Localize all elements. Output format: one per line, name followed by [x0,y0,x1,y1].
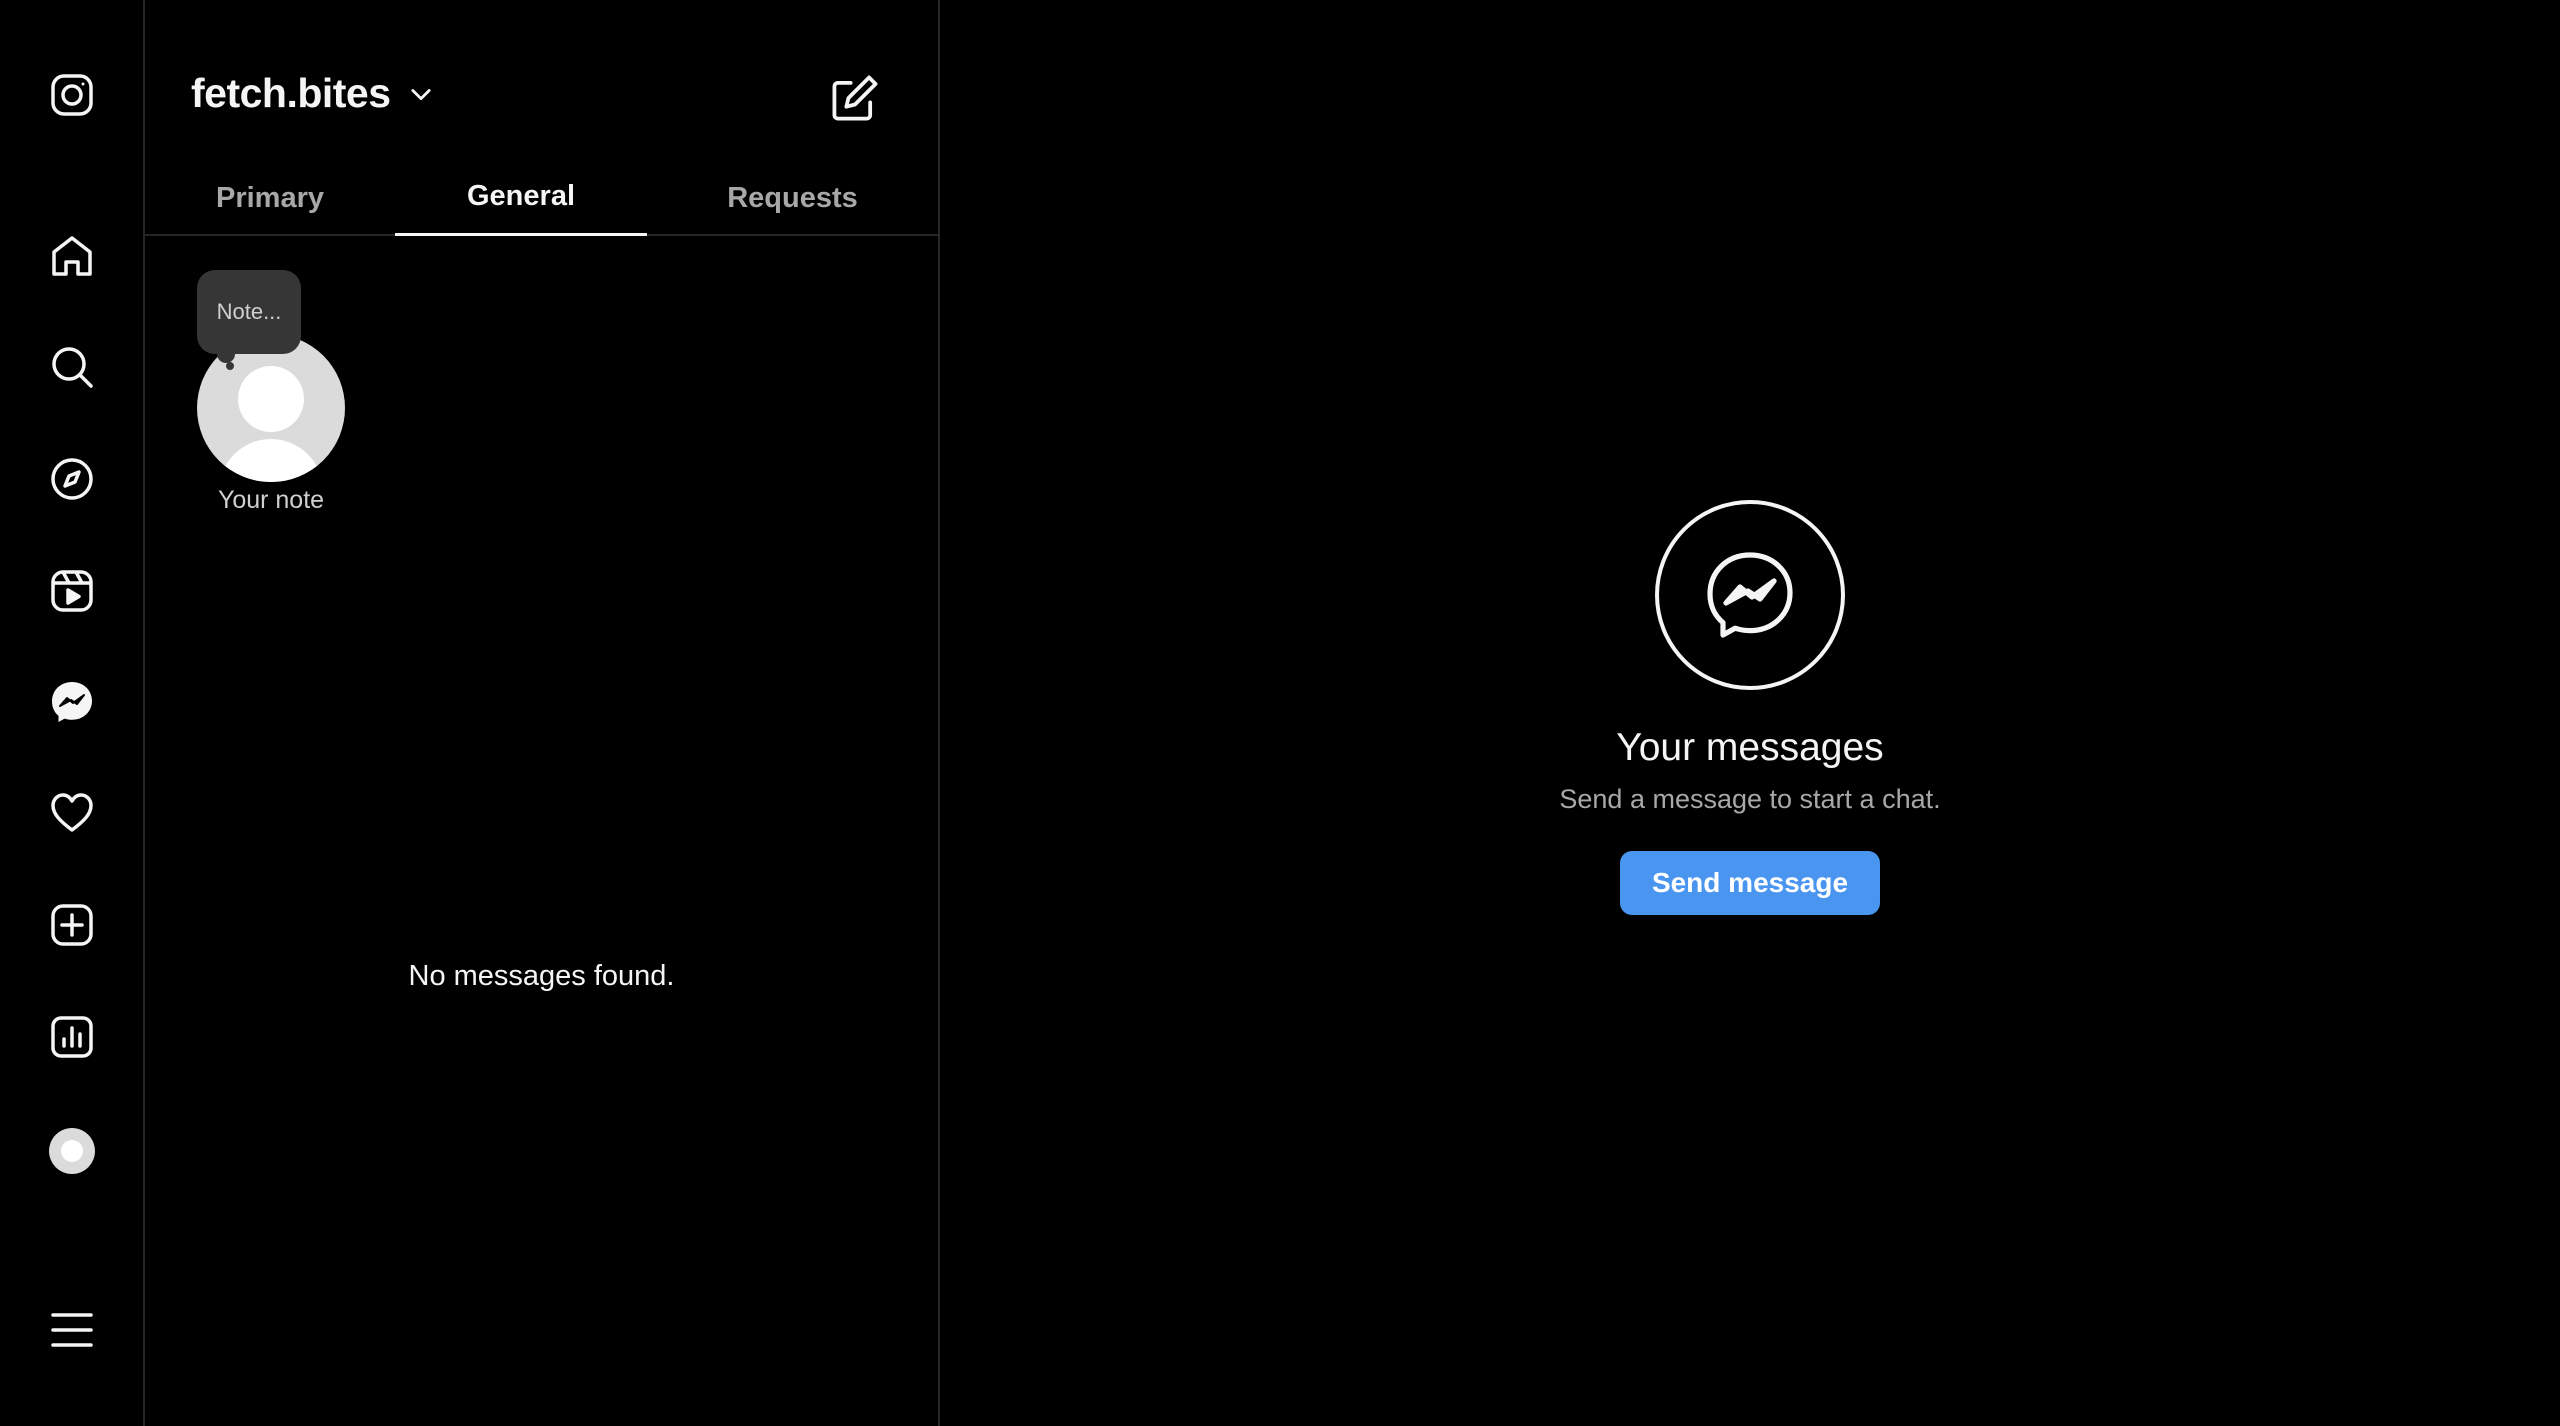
tab-requests[interactable]: Requests [647,160,938,236]
new-message-button[interactable] [825,68,885,128]
no-messages-text: No messages found. [408,960,675,992]
compose-icon [832,75,878,121]
tab-general[interactable]: General [395,160,647,236]
account-name: fetch.bites [191,70,391,116]
empty-state-title: Your messages [1616,726,1884,769]
conversation-area: Your messages Send a message to start a … [940,0,2560,1426]
heart-icon[interactable] [36,777,108,849]
home-icon[interactable] [36,220,108,292]
left-nav-rail [0,0,145,1426]
note-bubble-tail-small [226,362,234,370]
account-switcher[interactable]: fetch.bites [191,70,435,117]
reels-icon[interactable] [36,555,108,627]
inbox-panel: fetch.bites Primary General Requests Not… [145,0,940,1426]
dashboard-chart-icon[interactable] [36,1001,108,1073]
note-bubble-tail [217,345,235,363]
instagram-logo-icon[interactable] [36,59,108,131]
your-note[interactable]: Note... Your note [197,270,367,520]
empty-state-subtitle: Send a message to start a chat. [1559,784,1941,814]
messenger-icon[interactable] [36,666,108,738]
send-message-button[interactable]: Send message [1619,851,1881,915]
tab-primary[interactable]: Primary [145,160,395,236]
explore-compass-icon[interactable] [36,443,108,515]
profile-avatar-icon[interactable] [36,1115,108,1187]
empty-state: Your messages Send a message to start a … [940,500,2560,915]
search-icon[interactable] [36,331,108,403]
inbox-tabs: Primary General Requests [145,160,938,236]
create-plus-icon[interactable] [36,889,108,961]
menu-hamburger-icon[interactable] [36,1294,108,1366]
note-bubble[interactable]: Note... [197,270,301,354]
chevron-down-icon [410,88,431,100]
app-window: fetch.bites Primary General Requests Not… [0,0,2560,1426]
note-label: Your note [217,486,325,514]
messenger-circle-icon [1655,500,1845,690]
